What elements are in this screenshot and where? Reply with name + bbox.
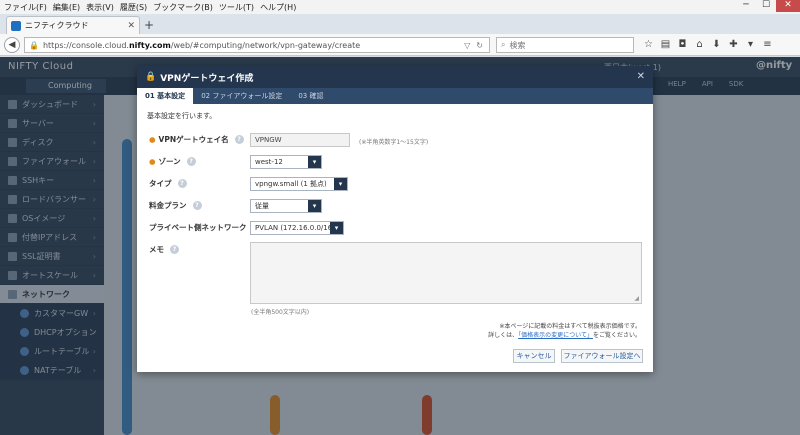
- maximize-icon[interactable]: ☐: [756, 0, 776, 12]
- menu-history[interactable]: 履歴(S): [120, 2, 147, 13]
- search-icon: ⌕: [501, 40, 506, 49]
- dialog-title: VPNゲートウェイ作成: [160, 73, 254, 84]
- reading-list-icon[interactable]: ▤: [657, 37, 674, 53]
- memo-textarea[interactable]: ◢: [250, 242, 642, 304]
- tab-close-icon[interactable]: ✕: [127, 21, 135, 31]
- type-label: タイプ: [149, 179, 172, 188]
- help-icon[interactable]: ?: [170, 245, 179, 254]
- notice-line-1: ※本ページに記載の料金はすべて税抜表示価格です。: [499, 323, 641, 330]
- name-row-label: ● VPNゲートウェイ名 ?: [149, 134, 244, 145]
- step-firewall-settings[interactable]: 02 ファイアウォール設定: [193, 88, 290, 104]
- type-value: vpngw.small (1 拠点): [255, 180, 327, 188]
- minimize-icon[interactable]: ─: [736, 0, 756, 12]
- plan-select[interactable]: 従量 ▾: [250, 199, 322, 213]
- sidebar-toggle-icon[interactable]: ▾: [742, 37, 759, 53]
- dialog-intro: 基本設定を行います。: [147, 112, 217, 120]
- cancel-button[interactable]: キャンセル: [513, 349, 555, 363]
- close-icon[interactable]: ✕: [637, 71, 645, 82]
- help-icon[interactable]: ?: [192, 201, 202, 210]
- plan-row-label: 料金プラン ?: [149, 200, 202, 211]
- name-label: VPNゲートウェイ名: [158, 135, 229, 144]
- lock-icon: 🔒: [29, 40, 39, 50]
- memo-row-label: メモ ?: [149, 244, 179, 255]
- help-icon[interactable]: ?: [186, 157, 196, 166]
- download-icon[interactable]: ⬇: [708, 37, 725, 53]
- search-input[interactable]: [509, 40, 620, 50]
- step-basic-settings[interactable]: 01 基本設定: [137, 88, 194, 104]
- favicon-icon: [11, 20, 21, 31]
- zone-label: ゾーン: [158, 157, 181, 166]
- type-select[interactable]: vpngw.small (1 拠点) ▾: [250, 177, 348, 191]
- plan-label: 料金プラン: [149, 201, 187, 210]
- network-row-label: プライベート側ネットワーク ?: [149, 222, 262, 233]
- hamburger-menu-icon[interactable]: ≡: [759, 37, 776, 53]
- url-text: https://console.cloud.nifty.com/web/#com…: [42, 40, 361, 50]
- zone-value: west-12: [255, 158, 283, 166]
- required-mark: ●: [149, 135, 156, 144]
- resize-grip-icon[interactable]: ◢: [634, 295, 639, 302]
- menu-bookmarks[interactable]: ブックマーク(B): [153, 2, 213, 13]
- home-icon[interactable]: ⌂: [691, 37, 708, 53]
- zone-select[interactable]: west-12 ▾: [250, 155, 322, 169]
- new-tab-icon[interactable]: +: [144, 18, 154, 32]
- menu-view[interactable]: 表示(V): [86, 2, 114, 13]
- network-value: PVLAN (172.16.0.0/16): [255, 224, 330, 232]
- price-notice: ※本ページに記載の料金はすべて税抜表示価格です。 詳しくは、「価格表示の変更につ…: [488, 322, 641, 340]
- required-mark: ●: [149, 157, 156, 166]
- back-arrow-icon[interactable]: ◀: [4, 36, 20, 53]
- dialog-header: 🔒 VPNゲートウェイ作成 ✕: [137, 66, 653, 88]
- network-label: プライベート側ネットワーク: [149, 223, 247, 232]
- navigation-bar: ◀ 🔒 https://console.cloud.nifty.com/web/…: [0, 34, 800, 56]
- memo-hint: (全半角500文字以内): [251, 309, 310, 316]
- chevron-down-icon: ▾: [330, 222, 343, 234]
- next-firewall-button[interactable]: ファイアウォール設定へ: [561, 349, 643, 363]
- tab-strip: ニフティクラウド ✕ +: [0, 14, 800, 34]
- search-box[interactable]: ⌕: [496, 37, 634, 53]
- browser-toolbar: ☆ ▤ ◘ ⌂ ⬇ ✚ ▾ ≡: [640, 37, 776, 53]
- menu-file[interactable]: ファイル(F): [4, 2, 47, 13]
- type-row-label: タイプ ?: [149, 178, 187, 189]
- window-close-icon[interactable]: ✕: [776, 0, 800, 12]
- help-icon[interactable]: ?: [177, 179, 187, 188]
- name-hint: (※半角英数字1～15文字): [359, 139, 429, 146]
- notice-line-2: 詳しくは、「価格表示の変更について」をご覧ください。: [488, 332, 641, 339]
- addon-icon[interactable]: ✚: [725, 37, 742, 53]
- step-confirm[interactable]: 03 確認: [290, 88, 331, 104]
- url-bar[interactable]: 🔒 https://console.cloud.nifty.com/web/#c…: [24, 37, 490, 53]
- browser-menubar: ファイル(F) 編集(E) 表示(V) 履歴(S) ブックマーク(B) ツール(…: [0, 0, 800, 14]
- vpn-gateway-create-dialog: 🔒 VPNゲートウェイ作成 ✕ 01 基本設定 02 ファイアウォール設定 03…: [137, 66, 653, 372]
- menu-tools[interactable]: ツール(T): [219, 2, 254, 13]
- menu-help[interactable]: ヘルプ(H): [260, 2, 296, 13]
- dropdown-chevron-icon[interactable]: ▽: [464, 41, 470, 50]
- wizard-steps: 01 基本設定 02 ファイアウォール設定 03 確認: [137, 88, 653, 104]
- bookmark-star-icon[interactable]: ☆: [640, 37, 657, 53]
- lock-icon: 🔒: [145, 72, 157, 82]
- private-network-select[interactable]: PVLAN (172.16.0.0/16) ▾: [250, 221, 344, 235]
- vpn-gateway-name-input[interactable]: VPNGW: [250, 133, 350, 147]
- chevron-down-icon: ▾: [334, 178, 347, 190]
- tab-title: ニフティクラウド: [25, 21, 89, 30]
- pocket-icon[interactable]: ◘: [674, 37, 691, 53]
- price-change-link[interactable]: 「価格表示の変更について」: [518, 332, 593, 339]
- chevron-down-icon: ▾: [308, 156, 321, 168]
- help-icon[interactable]: ?: [234, 135, 244, 144]
- reload-icon[interactable]: ↻: [476, 41, 483, 50]
- chevron-down-icon: ▾: [308, 200, 321, 212]
- menu-edit[interactable]: 編集(E): [53, 2, 80, 13]
- plan-value: 従量: [255, 202, 269, 210]
- browser-tab[interactable]: ニフティクラウド ✕: [6, 16, 140, 34]
- zone-row-label: ● ゾーン ?: [149, 156, 196, 167]
- memo-label: メモ: [149, 245, 164, 254]
